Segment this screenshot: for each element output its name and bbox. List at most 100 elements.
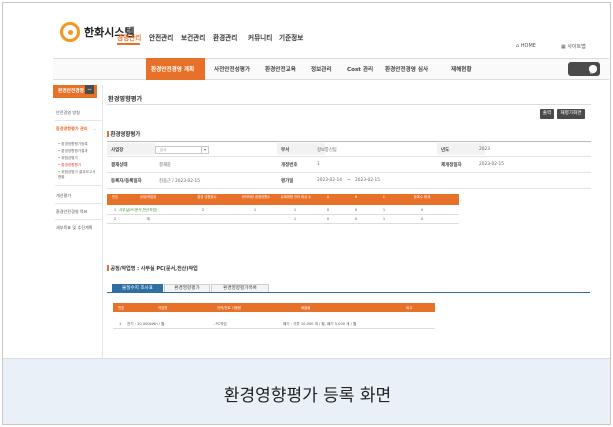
table-header: 유해위험 관리 대상 수 (280, 195, 312, 199)
period-to[interactable]: 2023-02-15 (355, 178, 380, 183)
sidebar-subitem-risk[interactable]: • 위험성평가 (58, 156, 78, 161)
select-arrow-icon: ▾ (201, 147, 208, 153)
grid-header: 배출물 (301, 306, 311, 310)
gnb-item-standards[interactable]: 기준정보 (279, 32, 303, 42)
sidebar-item-policy[interactable]: 안전경영 방침 (56, 110, 80, 116)
site-select[interactable]: 본사 ▾ (155, 146, 209, 154)
sidebar-item-improvement[interactable]: 개선평가 (56, 193, 71, 199)
form-row-rule (107, 156, 591, 157)
home-link[interactable]: ⌂ HOME (516, 43, 536, 49)
subnav-item-plan[interactable]: 환경안전경영 계획 (151, 65, 194, 73)
page-title: 환경영향평가 (108, 96, 143, 103)
grid-header: 전력/연료 사용량 (217, 306, 242, 310)
process-title: 공정/작업명 : 사무실 PC(문서,전산)작업 (107, 265, 198, 272)
chevron-down-icon: ⌄ (93, 126, 97, 131)
site-value: 본사 (160, 148, 167, 152)
gnb-item-environment[interactable]: 환경관리 (213, 32, 237, 42)
table-cell: 0 (354, 217, 358, 221)
title-rule (107, 104, 591, 105)
table-header: 환경 영향횟수 (197, 195, 217, 199)
table-cell-link[interactable]: 사무실(PC문서,전산작업) (119, 208, 181, 213)
reevaluate-button[interactable]: 재평가화면 (557, 109, 585, 119)
grid-header: 작업명 (158, 306, 168, 310)
home-label: HOME (520, 43, 536, 49)
subnav-item-audit[interactable]: 환경안전경영 심사 (385, 65, 428, 73)
table-row-rule (107, 223, 459, 224)
table-header: A (326, 195, 330, 199)
period-label: 평가일 (281, 179, 294, 184)
close-menu-button[interactable]: 닫기 (568, 62, 600, 89)
table-cell: 1 (382, 217, 386, 221)
year-label: 년도 (441, 148, 450, 153)
sidebar-divider (55, 120, 101, 121)
sidebar-subitem-assessment[interactable]: • 환경영향평가 (58, 163, 81, 168)
table-cell: 0 (326, 208, 330, 212)
table-cell: 1 (253, 208, 257, 212)
gnb-item-health[interactable]: 보건관리 (181, 32, 205, 42)
gnb-item-management[interactable]: 경영관리 (117, 32, 141, 42)
gnb-item-community[interactable]: 커뮤니티 (248, 32, 272, 42)
registrant-value: 김용근 / 2023-02-15 (159, 179, 201, 184)
grid-cell: 폐기 : 가루 10,000 개 / 월, 폐기 5,000 개 / 월 (283, 322, 357, 326)
logo-icon (60, 22, 80, 42)
table-header: 번호 (111, 195, 119, 199)
site-label: 사업장 (111, 148, 124, 153)
table-cell: 2 (201, 208, 205, 212)
table-cell: 0 (420, 217, 424, 221)
caption-text: 환경영향평가 등록 화면 (223, 386, 392, 406)
sitemap-link[interactable]: ▦ 사이트맵 (561, 43, 586, 50)
print-button[interactable]: 출력 (540, 109, 554, 119)
table-cell: 1 (382, 208, 386, 212)
sidebar-subitem-register[interactable]: • 환경영향평가등록 (58, 142, 88, 147)
sidebar-item-plan-detail[interactable]: 세부목표 및 추진계획 (56, 225, 93, 231)
subnav-item-cost[interactable]: Cost 관리 (347, 65, 373, 73)
grid-header: 비고 (406, 306, 413, 310)
gnb-active-underline (117, 43, 140, 45)
sidebar-divider (55, 219, 101, 220)
sidebar-item-goal[interactable]: 환경안전경영 목표 (56, 209, 87, 215)
table-header: 등록수 합계 (413, 195, 431, 199)
status-value: 결재중 (159, 163, 171, 168)
sidebar-subitem-risk-report[interactable]: • 위험성평가 결과보고서 현황 (58, 170, 98, 180)
sidebar-toggle-button[interactable]: − (85, 85, 94, 94)
subnav-item-education[interactable]: 환경안전교육 (265, 65, 296, 73)
sidebar-subitem-result[interactable]: • 환경영향평가결과 (58, 149, 88, 154)
section-title: 환경영향평가 (107, 130, 141, 138)
table-cell: 0 (354, 208, 358, 212)
table-header: 현저하한 환경영향수 (241, 195, 271, 199)
sidebar-divider (55, 185, 101, 186)
revision-date-label: 제개정일자 (441, 163, 462, 168)
sitemap-label: 사이트맵 (567, 44, 586, 50)
subnav-item-accidents[interactable]: 재해현황 (451, 65, 472, 73)
form-row-rule (107, 188, 591, 189)
table-header: B (354, 195, 358, 199)
grid-cell: - PC작업 (213, 322, 227, 326)
grid-cell: 전기 : 20,000kWh / 월 (127, 322, 165, 326)
sidebar-divider (55, 203, 101, 204)
dept-label: 부서 (281, 148, 290, 153)
table-header: C (382, 195, 386, 199)
status-label: 결재상태 (111, 163, 128, 168)
year-value: 2023 (479, 147, 490, 152)
tabs-rule (107, 292, 590, 293)
period-separator: ~ (347, 178, 351, 183)
table-cell: 1 (293, 217, 297, 221)
gnb-item-safety[interactable]: 안전관리 (149, 32, 173, 42)
revision-label: 개정번호 (281, 163, 298, 168)
table-header: 공정/작업명 (139, 195, 157, 199)
table-cell: 0 (326, 217, 330, 221)
subnav-item-pre-assessment[interactable]: 사전안전성평가 (214, 65, 250, 73)
table-cell: 0 (420, 208, 424, 212)
registrant-label: 등록자/등록일자 (111, 179, 142, 184)
revision-date-value: 2023-02-15 (479, 162, 504, 167)
subnav-item-info[interactable]: 정보관리 (311, 65, 332, 73)
grid-cell: 1 (119, 322, 122, 326)
close-icon (589, 65, 597, 73)
content-divider (102, 85, 103, 359)
screenshot-frame: 한화시스템 경영관리 안전관리 보건관리 환경관리 커뮤니티 기준정보 ⌂ HO… (2, 2, 611, 425)
table-cell: 1 (293, 208, 297, 212)
form-row-rule (107, 172, 591, 173)
sidebar-item-env-impact[interactable]: 환경영향평가 관리 (56, 126, 88, 132)
table-row-rule (107, 214, 459, 215)
period-from[interactable]: 2023-02-14 (317, 178, 342, 183)
